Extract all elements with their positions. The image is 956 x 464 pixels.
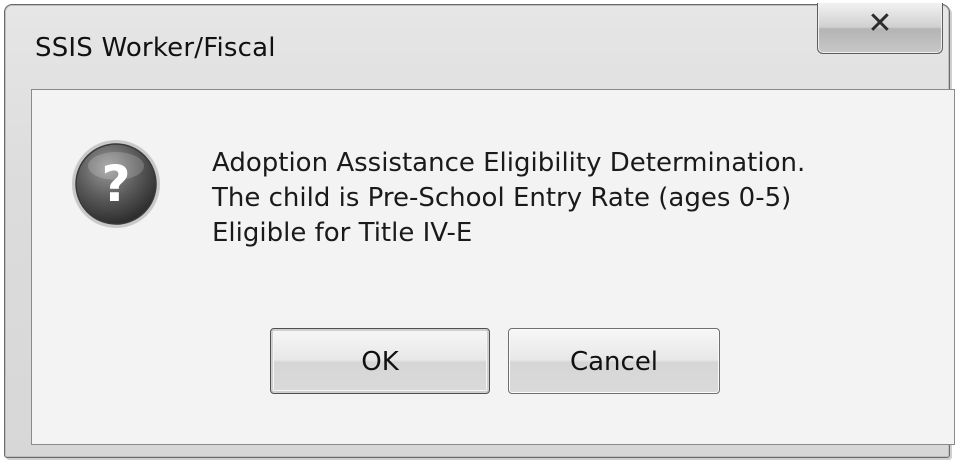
cancel-button[interactable]: Cancel	[508, 328, 720, 394]
title-bar[interactable]: SSIS Worker/Fiscal ✕	[5, 3, 949, 89]
ok-button[interactable]: OK	[270, 328, 490, 394]
close-button[interactable]: ✕	[817, 3, 943, 54]
dialog-body: ? Adoption Assistance Eligibility Determ…	[31, 89, 955, 445]
message-line: Adoption Assistance Eligibility Determin…	[212, 148, 806, 178]
dialog-window: SSIS Worker/Fiscal ✕ ? Adoption Assistan…	[4, 3, 955, 458]
question-icon: ?	[72, 140, 160, 228]
close-icon: ✕	[867, 6, 893, 41]
message-line: Eligible for Title IV-E	[212, 218, 473, 248]
message-text: Adoption Assistance Eligibility Determin…	[212, 146, 805, 251]
svg-text:?: ?	[101, 155, 130, 213]
window-title: SSIS Worker/Fiscal	[35, 33, 276, 63]
message-line: The child is Pre-School Entry Rate (ages…	[212, 183, 792, 213]
